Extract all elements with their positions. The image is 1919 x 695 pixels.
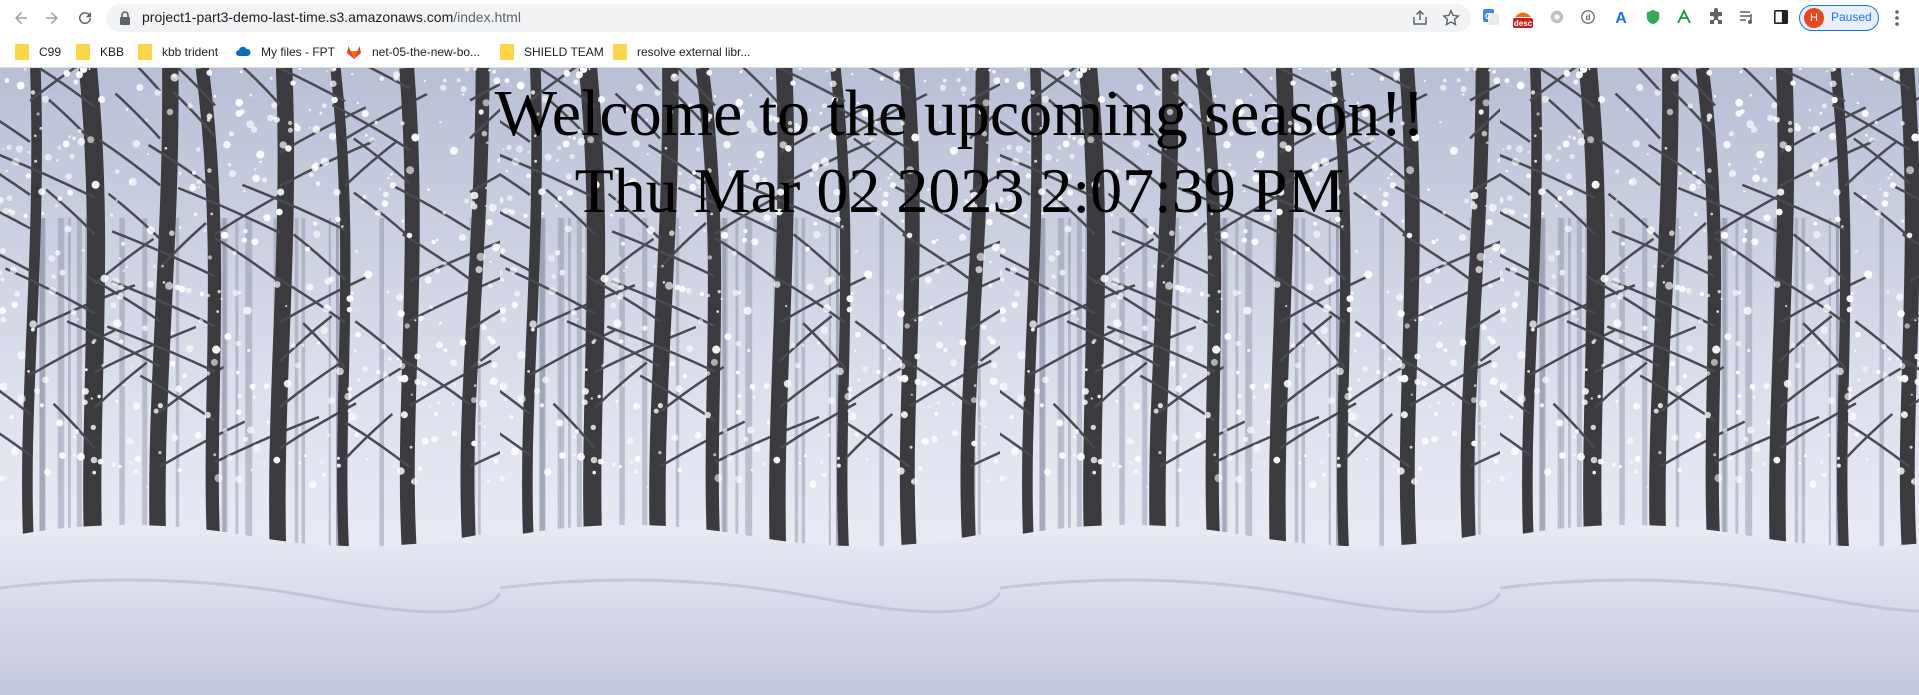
browser-toolbar: project1-part3-demo-last-time.s3.amazona… <box>0 0 1919 36</box>
folder-icon <box>15 44 29 60</box>
media-queue-icon[interactable] <box>1738 8 1756 26</box>
bookmark-label: net-05-the-new-bo... <box>372 45 481 59</box>
welcome-heading: Welcome to the upcoming season!! <box>494 77 1425 150</box>
onedrive-icon <box>236 46 251 56</box>
folder-icon <box>138 44 152 60</box>
lock-icon <box>120 11 130 25</box>
folder-icon <box>76 44 90 60</box>
bookmark-my-files[interactable]: My files - FPT <box>235 43 335 61</box>
bookmark-kbb[interactable]: KBB <box>76 43 124 61</box>
share-icon[interactable] <box>1411 9 1429 27</box>
bookmark-label: kbb trident <box>162 45 219 59</box>
svg-text:d: d <box>1586 13 1591 22</box>
bookmark-kbb-trident[interactable]: kbb trident <box>138 43 218 61</box>
forward-button[interactable] <box>40 6 64 30</box>
profile-button[interactable]: H Paused <box>1799 5 1879 31</box>
bookmark-star-icon[interactable] <box>1442 9 1460 27</box>
side-panel-icon[interactable] <box>1772 8 1790 26</box>
bookmark-label: SHIELD TEAM <box>524 45 604 59</box>
folder-icon <box>613 44 627 60</box>
url-host: project1-part3-demo-last-time.s3.amazona… <box>142 9 454 25</box>
back-button[interactable] <box>9 6 33 30</box>
bookmark-label: KBB <box>100 45 125 59</box>
desc-label: desc <box>1514 19 1533 28</box>
gitlab-icon <box>347 46 361 59</box>
d-extension-icon[interactable]: d <box>1579 8 1597 26</box>
bookmarks-bar: C99 KBB kbb trident My files - FPT net-0… <box>0 36 1919 68</box>
google-translate-icon[interactable]: G <box>1482 8 1500 26</box>
more-menu-icon[interactable] <box>1888 8 1906 28</box>
bookmark-net-05[interactable]: net-05-the-new-bo... <box>346 43 480 61</box>
arrow-right-icon <box>46 12 58 24</box>
url-text: project1-part3-demo-last-time.s3.amazona… <box>142 9 521 25</box>
bookmark-c99[interactable]: C99 <box>15 43 61 61</box>
avatar: H <box>1804 8 1824 28</box>
reload-icon <box>79 12 92 25</box>
arrow-left-icon <box>15 12 27 24</box>
profile-status: Paused <box>1831 10 1872 24</box>
url-path: /index.html <box>453 9 521 25</box>
bookmark-label: resolve external libr... <box>637 45 751 59</box>
svg-text:A: A <box>1615 10 1627 26</box>
puzzle-icon[interactable] <box>1707 8 1725 26</box>
tool-extension-icon[interactable] <box>1675 8 1693 26</box>
reload-button[interactable] <box>73 6 97 30</box>
bookmark-label: C99 <box>39 45 62 59</box>
bookmark-resolve-external[interactable]: resolve external libr... <box>613 43 750 61</box>
page-content: Welcome to the upcoming season!! Thu Mar… <box>0 68 1919 695</box>
folder-icon <box>500 44 514 60</box>
bookmark-label: My files - FPT <box>261 45 335 59</box>
a-extension-icon[interactable]: A <box>1612 8 1630 26</box>
svg-text:G: G <box>1485 12 1491 21</box>
datetime-heading: Thu Mar 02 2023 2:07:39 PM <box>574 155 1345 226</box>
address-bar[interactable]: project1-part3-demo-last-time.s3.amazona… <box>106 4 1471 32</box>
gear-extension-icon[interactable] <box>1548 8 1566 26</box>
shield-extension-icon[interactable] <box>1644 8 1662 26</box>
bookmark-shield-team[interactable]: SHIELD TEAM <box>500 43 604 61</box>
desc-extension-icon[interactable]: desc <box>1511 6 1535 30</box>
